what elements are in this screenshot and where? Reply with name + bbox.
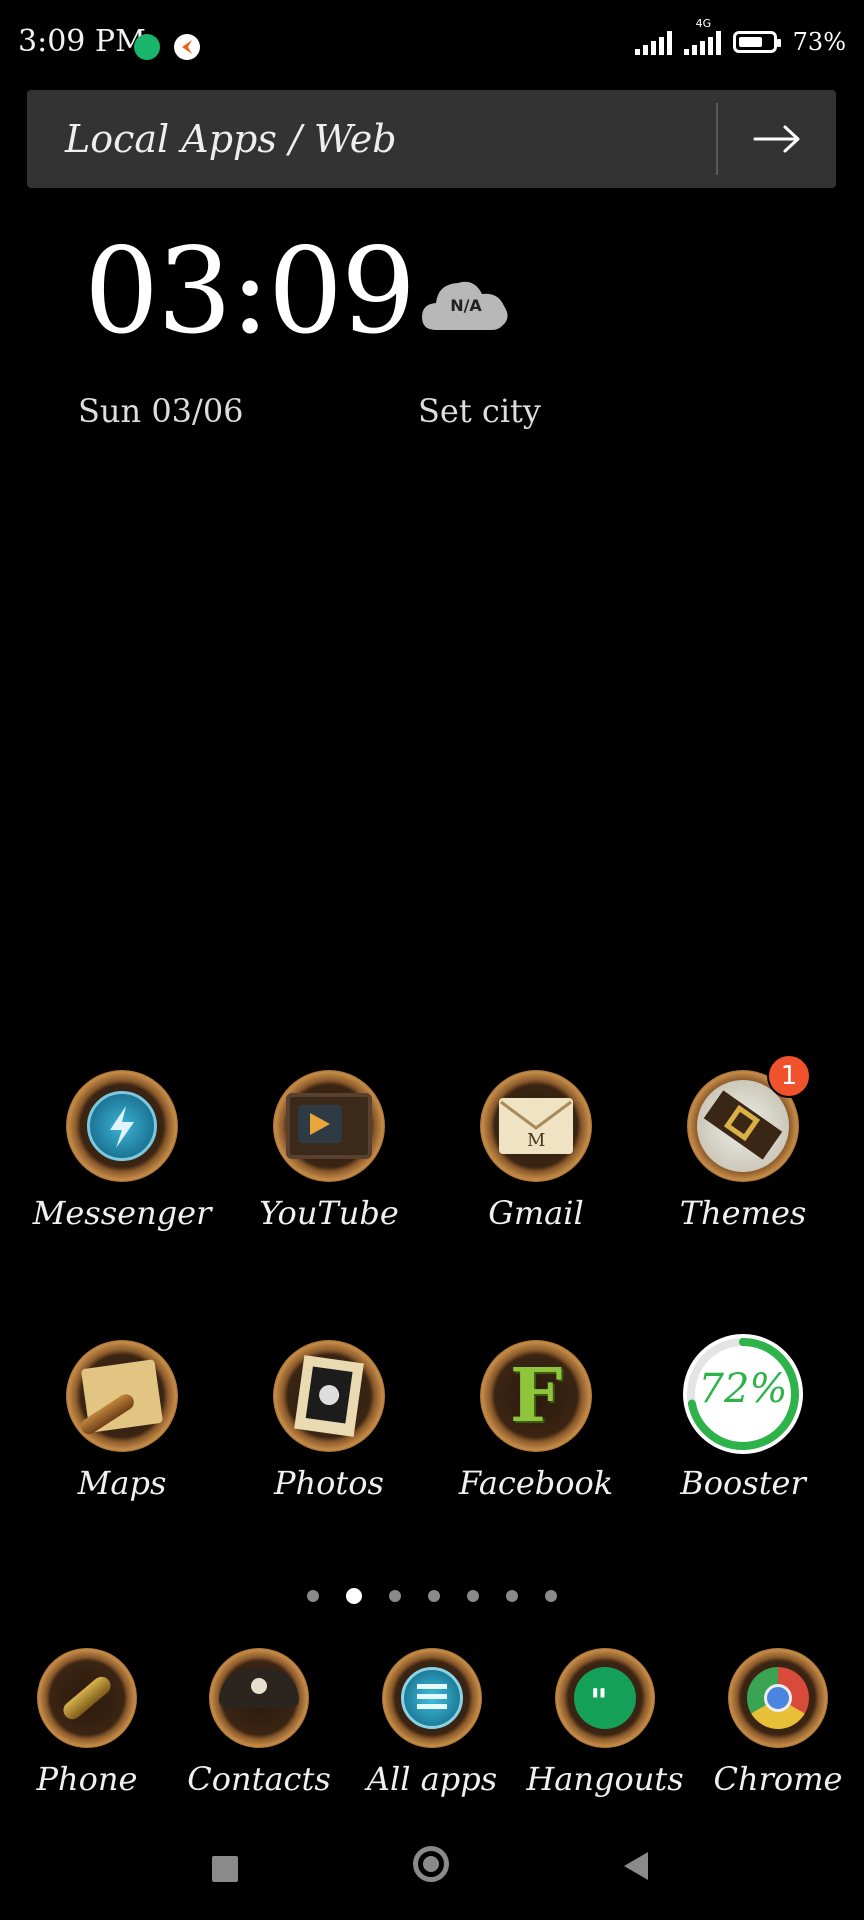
app-label: Gmail — [488, 1194, 584, 1232]
app-label: Hangouts — [526, 1760, 684, 1798]
app-label: Contacts — [187, 1760, 331, 1798]
booster-percent: 72% — [698, 1366, 788, 1412]
app-facebook[interactable]: F Facebook — [436, 1340, 636, 1502]
app-messenger[interactable]: Messenger — [22, 1070, 222, 1232]
app-label: All apps — [366, 1760, 498, 1798]
dock-contacts[interactable]: Contacts — [159, 1648, 359, 1798]
maps-icon — [66, 1340, 178, 1452]
svg-text:M: M — [527, 1130, 545, 1151]
dock-all-apps[interactable]: All apps — [332, 1648, 532, 1798]
weather-status: N/A — [450, 296, 482, 315]
home-button[interactable] — [413, 1846, 449, 1882]
weather-city[interactable]: Set city — [418, 392, 541, 430]
app-themes[interactable]: 1 Themes — [643, 1054, 843, 1232]
page-dot-active[interactable] — [346, 1588, 362, 1604]
app-photos[interactable]: Photos — [229, 1340, 429, 1502]
clock-date[interactable]: Sun 03/06 — [78, 392, 244, 430]
app-booster[interactable]: 72% Booster — [643, 1334, 843, 1502]
battery-icon — [732, 31, 781, 53]
photos-icon — [273, 1340, 385, 1452]
search-go-button[interactable] — [718, 90, 836, 188]
notification-badge: 1 — [767, 1054, 811, 1098]
dock-hangouts[interactable]: " Hangouts — [505, 1648, 705, 1798]
page-dot[interactable] — [389, 1590, 401, 1602]
notification-arrow-icon — [174, 34, 200, 60]
notification-app-icon — [134, 34, 160, 60]
all-apps-icon — [382, 1648, 482, 1748]
chrome-icon — [728, 1648, 828, 1748]
app-gmail[interactable]: M Gmail — [436, 1070, 636, 1232]
app-label: Maps — [77, 1464, 167, 1502]
app-label: Facebook — [458, 1464, 614, 1502]
arrow-right-icon — [753, 125, 800, 153]
app-label: Chrome — [713, 1760, 843, 1798]
status-time: 3:09 PM — [18, 24, 146, 59]
page-dot[interactable] — [506, 1590, 518, 1602]
search-input[interactable]: Local Apps / Web — [65, 117, 716, 161]
status-right-group: 4G 73% — [634, 17, 846, 56]
dock-chrome[interactable]: Chrome — [678, 1648, 864, 1798]
page-dot[interactable] — [467, 1590, 479, 1602]
hangouts-icon: " — [555, 1648, 655, 1748]
phone-icon — [37, 1648, 137, 1748]
gmail-icon: M — [480, 1070, 592, 1182]
signal-4g-icon: 4G — [683, 17, 721, 55]
contacts-icon — [209, 1648, 309, 1748]
app-label: YouTube — [259, 1194, 399, 1232]
signal-strength-icon — [634, 29, 672, 55]
messenger-icon — [66, 1070, 178, 1182]
recents-button[interactable] — [212, 1856, 238, 1882]
search-bar[interactable]: Local Apps / Web — [27, 90, 836, 188]
app-youtube[interactable]: YouTube — [229, 1070, 429, 1232]
youtube-icon — [273, 1070, 385, 1182]
page-dot[interactable] — [545, 1590, 557, 1602]
page-dot[interactable] — [307, 1590, 319, 1602]
back-button[interactable] — [624, 1852, 648, 1880]
app-label: Themes — [679, 1194, 807, 1232]
page-indicator[interactable] — [0, 1588, 864, 1604]
app-label: Photos — [274, 1464, 384, 1502]
facebook-icon: F — [480, 1340, 592, 1452]
page-dot[interactable] — [428, 1590, 440, 1602]
booster-gauge: 72% — [683, 1334, 803, 1454]
app-maps[interactable]: Maps — [22, 1340, 222, 1502]
clock-time[interactable]: 03:09 — [84, 222, 416, 360]
battery-percent: 73% — [792, 28, 846, 56]
network-type-label: 4G — [695, 17, 712, 30]
app-label: Messenger — [32, 1194, 212, 1232]
app-label: Booster — [680, 1464, 806, 1502]
